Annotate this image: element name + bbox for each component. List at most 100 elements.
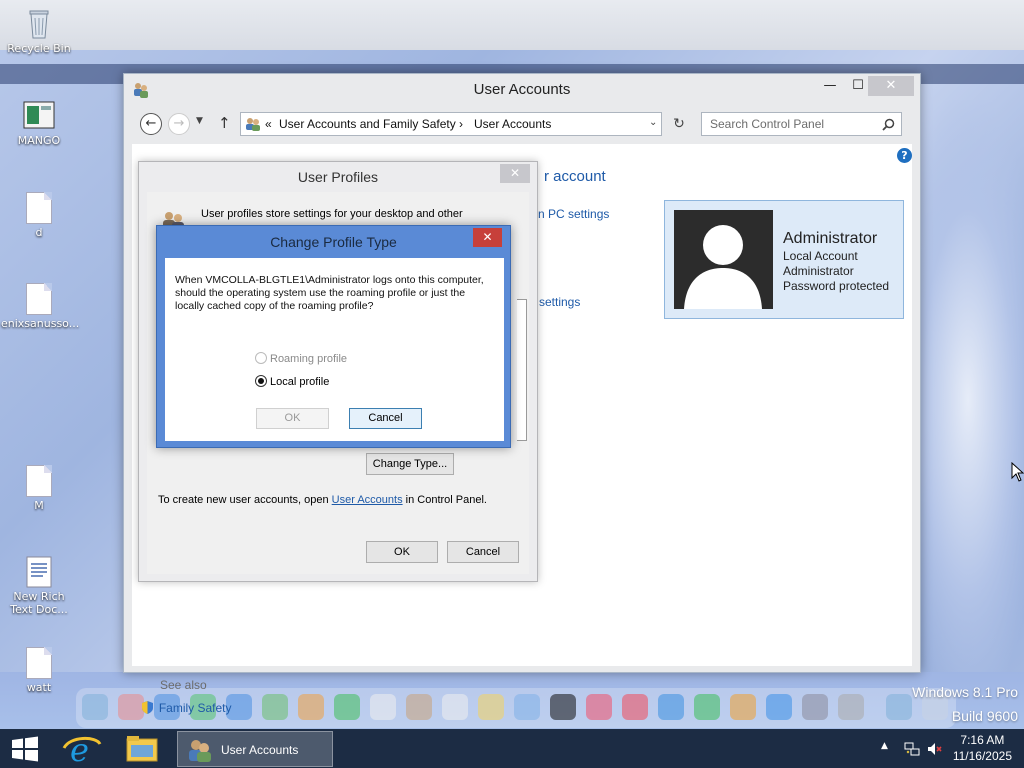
breadcrumb-user-accounts[interactable]: User Accounts [474,117,551,131]
volume-muted-icon[interactable] [926,741,942,757]
network-icon[interactable] [904,741,920,757]
desktop-icon-recycle-bin[interactable]: Recycle Bin [1,8,77,55]
file-icon [26,465,52,497]
taskbar-user-accounts-button[interactable]: User Accounts [177,731,333,767]
family-safety-label[interactable]: Family Safety [159,701,232,715]
change-profile-type-dialog: Change Profile Type ✕ When VMCOLLA-BLGTL… [156,225,511,448]
search-icon[interactable] [882,118,895,131]
ok-button[interactable]: OK [256,408,329,429]
desktop-icon-label: enixsanusso... [1,317,80,330]
clock[interactable]: 7:16 AM 11/16/2025 [953,732,1012,764]
dock-freeform-icon [514,694,540,720]
dock-notes-icon [478,694,504,720]
start-windows-icon[interactable] [8,735,42,763]
breadcrumb[interactable]: « User Accounts and Family Safety › User… [240,112,662,136]
file-icon [26,647,52,679]
settings-link[interactable]: settings [539,295,580,309]
control-panel-icon [246,118,260,131]
family-safety-link[interactable]: Family Safety [140,700,232,715]
desktop-icon-label: d [35,226,43,239]
help-icon[interactable]: ? [897,148,912,163]
ok-button[interactable]: OK [366,541,438,563]
dock-keynote-icon [658,694,684,720]
taskbar: e User Accounts ▲ 7:16 AM 11/16/2025 [0,729,1024,768]
taskbar-task-label: User Accounts [221,743,299,757]
create-accounts-text-after: in Control Panel. [402,494,487,506]
breadcrumb-user-accounts-family-safety[interactable]: User Accounts and Family Safety [279,117,456,131]
dock-pages-icon [730,694,756,720]
maximize-button[interactable]: ☐ [846,76,870,96]
windows-edition-watermark: Windows 8.1 Pro [912,684,1018,700]
rich-text-document-icon [26,556,52,588]
dock-maps-icon [262,694,288,720]
desktop-icon-m[interactable]: M [1,465,77,512]
dock-appstore-icon [766,694,792,720]
desktop-icon-label: New Rich Text Doc... [10,590,68,616]
system-tray: ▲ 7:16 AM 11/16/2025 [864,729,1024,768]
pc-settings-link[interactable]: n PC settings [538,207,609,221]
roaming-profile-radio[interactable] [255,352,267,364]
user-accounts-icon [189,740,211,762]
user-accounts-link[interactable]: User Accounts [332,494,403,506]
local-profile-option[interactable]: Local profile [255,375,329,388]
account-name: Administrator [783,230,878,247]
address-dropdown-chevron-icon[interactable]: ⌄ [649,117,657,128]
desktop-icon-mango[interactable]: MANGO [1,100,77,147]
close-button[interactable]: ✕ [473,228,502,247]
account-role: Administrator [783,264,854,278]
application-icon [23,101,55,129]
desktop-icon-label: watt [26,681,52,694]
dock-finder-icon [82,694,108,720]
up-arrow-icon[interactable]: ↑ [218,114,231,132]
dock-photos-icon [298,694,324,720]
dock-iphone-mirroring-icon [802,694,828,720]
make-changes-heading: r account [544,168,606,185]
close-button[interactable]: ✕ [868,76,914,96]
create-accounts-hint: To create new user accounts, open User A… [158,494,487,506]
roaming-profile-option[interactable]: Roaming profile [255,352,347,365]
cancel-button[interactable]: Cancel [349,408,422,429]
breadcrumb-overflow-chevron[interactable]: « [265,117,272,131]
search-box[interactable]: Search Control Panel [701,112,902,136]
desktop-icon-label: M [34,499,44,512]
window-title: User Accounts [473,81,571,98]
internet-explorer-icon[interactable]: e [56,732,108,766]
desktop-icon-d[interactable]: d [1,192,77,239]
clock-date: 11/16/2025 [952,749,1012,763]
forward-arrow-icon[interactable]: → [168,113,190,135]
back-arrow-icon[interactable]: ← [140,113,162,135]
cancel-button[interactable]: Cancel [447,541,519,563]
mouse-pointer-icon [1011,462,1024,482]
avatar [674,210,773,309]
desktop-icon-new-rich-text[interactable]: New Rich Text Doc... [1,556,77,616]
account-details: Administrator Local Account Administrato… [783,229,889,294]
desktop-icon-watt[interactable]: watt [1,647,77,694]
account-type: Local Account [783,249,858,263]
search-input[interactable]: Search Control Panel [710,117,824,131]
user-silhouette-icon [684,225,762,309]
wallpaper-top [0,0,1024,50]
local-profile-radio[interactable] [255,375,267,387]
local-profile-label: Local profile [270,376,330,388]
account-password-status: Password protected [783,279,890,293]
dock-reminders-icon [442,694,468,720]
minimize-button[interactable]: — [818,76,842,96]
see-also-heading: See also [160,678,207,692]
file-icon [26,192,52,224]
show-hidden-icons-chevron-icon[interactable]: ▲ [881,741,888,751]
profiles-description: User profiles store settings for your de… [201,208,463,220]
profiles-list-edge [517,299,527,441]
close-button[interactable]: ✕ [500,164,530,183]
roaming-profile-label: Roaming profile [270,353,348,365]
file-explorer-icon[interactable] [116,732,168,766]
change-type-button[interactable]: Change Type... [366,453,454,475]
desktop-icon-label: MANGO [17,134,61,147]
dock-settings-icon [838,694,864,720]
file-icon [26,283,52,315]
account-card: Administrator Local Account Administrato… [664,200,904,319]
refresh-icon[interactable]: ↻ [668,113,690,135]
dock-news-icon [622,694,648,720]
recent-pages-chevron-icon[interactable]: ▼ [196,116,203,126]
desktop-icon-enixsanusso[interactable]: enixsanusso... [1,283,80,330]
breadcrumb-separator: › [459,117,463,131]
